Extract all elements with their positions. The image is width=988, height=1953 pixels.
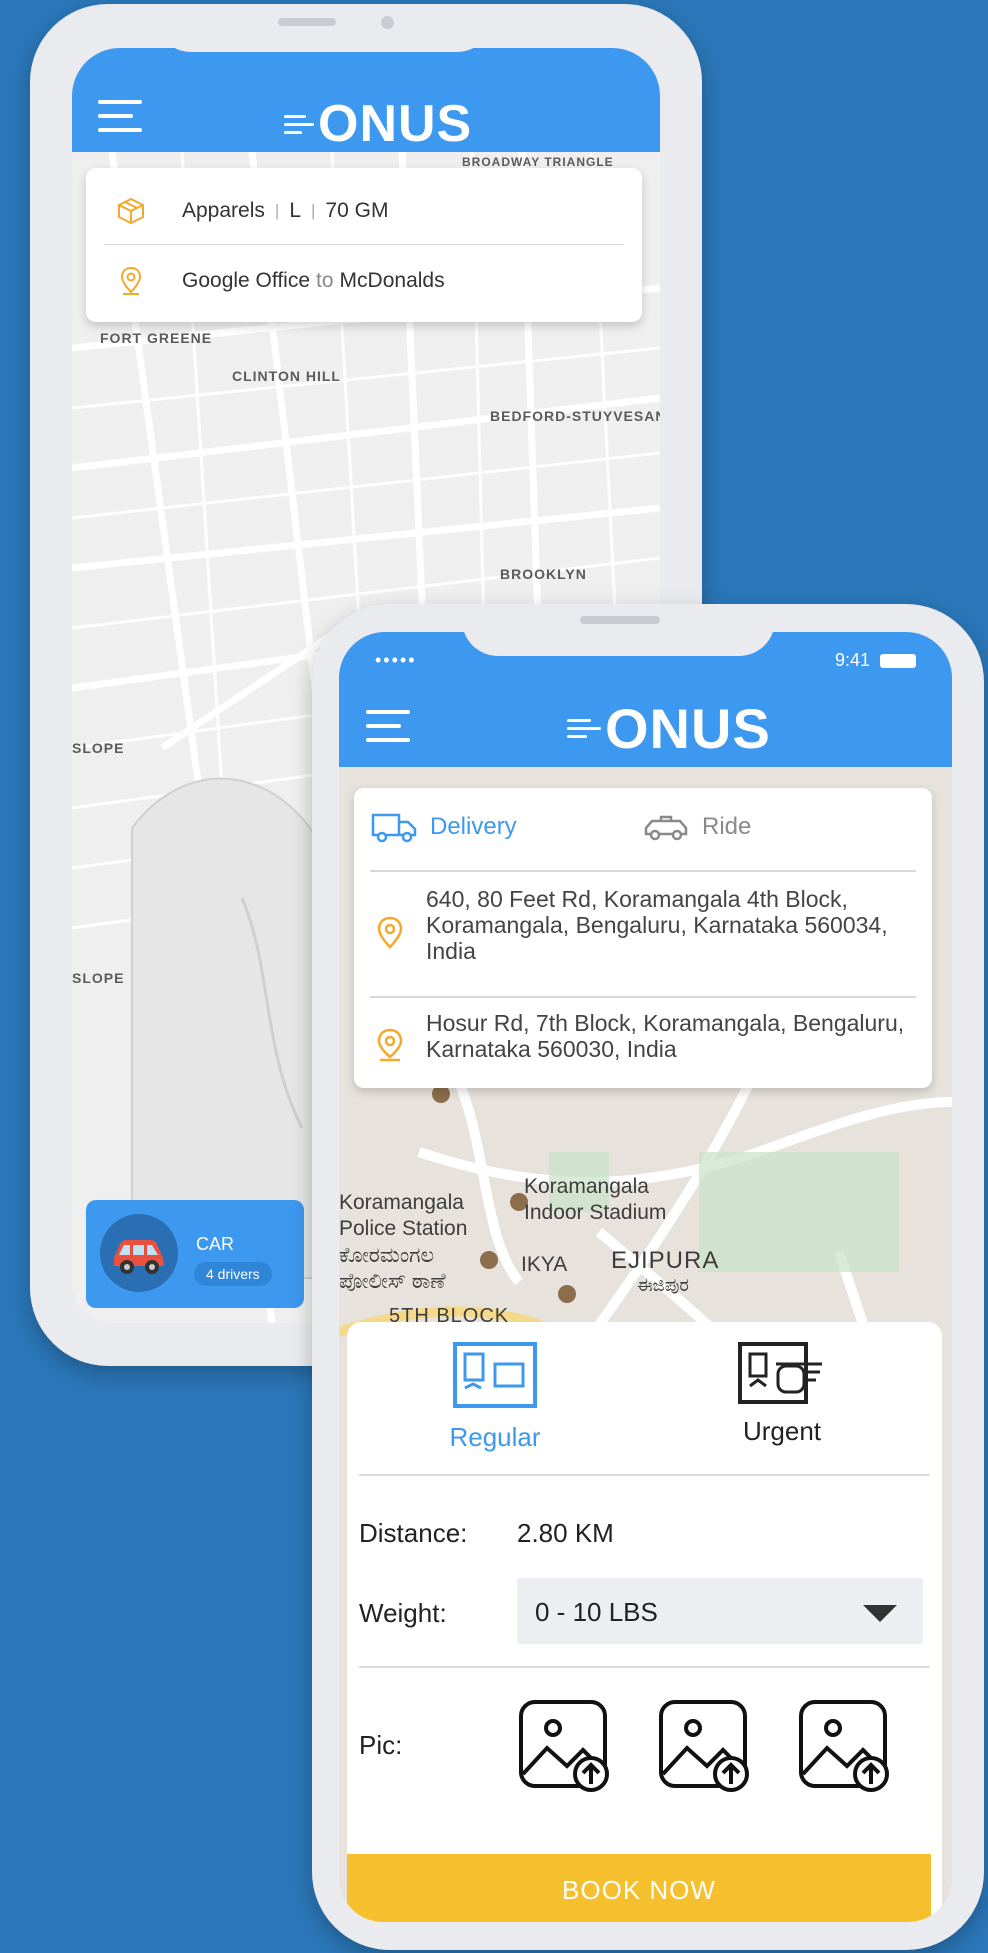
menu-button[interactable] [98,100,142,134]
driver-count-badge: 4 drivers [194,1262,272,1286]
item-weight: 70 GM [325,199,389,222]
earpiece [278,18,336,26]
service-urgent[interactable]: Urgent [692,1340,872,1447]
book-now-button[interactable]: BOOK NOW [347,1854,931,1922]
tab-delivery[interactable]: Delivery [370,810,517,844]
upload-image-icon[interactable] [657,1698,753,1794]
upload-image-icon[interactable] [797,1698,893,1794]
map-label-slope-1: SLOPE [72,740,125,756]
front-camera [381,16,394,29]
service-regular-label: Regular [449,1422,541,1452]
tab-ride-label: Ride [702,813,752,840]
booking-panel: Regular Urgent Distance: 2.80 KM Weight:… [347,1322,942,1922]
map-label-ejipura: EJIPURA [611,1247,720,1274]
route-connector: to [316,269,334,292]
item-size: L [289,199,301,222]
pic-label: Pic: [359,1730,403,1760]
earpiece [580,616,660,624]
divider [359,1474,930,1476]
vehicle-option-car[interactable]: CAR 4 drivers [86,1200,304,1308]
distance-label: Distance: [359,1518,468,1548]
status-bar-right: 9:41 [835,650,916,671]
card-divider [104,244,624,245]
pickup-address[interactable]: 640, 80 Feet Rd, Koramangala 4th Block, … [426,886,916,964]
regular-package-icon [453,1342,537,1408]
car-icon [114,1240,164,1274]
front-phone: Koramangala Indoor Stadium Koramangala P… [312,604,984,1950]
service-regular[interactable]: Regular [405,1340,585,1453]
pickup-pin-icon [377,916,403,949]
front-phone-notch [462,604,775,656]
distance-value: 2.80 KM [517,1518,614,1548]
chevron-down-icon [863,1605,897,1622]
route-from: Google Office [182,269,311,292]
map-label-ikya: IKYA [521,1253,568,1276]
back-phone-notch [155,4,493,52]
weight-select-value: 0 - 10 LBS [535,1597,658,1627]
clock: 9:41 [834,650,870,670]
map-label-bedford: BEDFORD-STUYVESAN [490,408,660,424]
onus-logo: ONUS [284,94,472,154]
map-label-broadway: BROADWAY TRIANGLE [462,155,614,169]
route-card: Delivery Ride 640, 80 Feet Rd, Koramanga… [354,788,932,1088]
battery-icon [880,653,916,668]
front-phone-screen: Koramangala Indoor Stadium Koramangala P… [339,632,952,1922]
back-app-header: ONUS [72,48,660,154]
item-category: Apparels [182,199,265,222]
mode-tabs: Delivery Ride [354,788,932,870]
package-icon [116,196,146,226]
shipment-summary-card[interactable]: Apparels | L | 70 GM Google Office to Mc… [86,168,642,322]
signal-indicator: ••••• [375,650,417,670]
route-row: Google Office to McDonalds [86,246,642,316]
address-divider [370,996,916,998]
map-label-fort-greene: FORT GREENE [100,330,213,346]
vehicle-name: CAR [196,1234,235,1254]
divider [359,1666,930,1668]
taxi-icon [644,815,688,841]
shipment-item-row: Apparels | L | 70 GM [86,176,642,246]
tab-ride[interactable]: Ride [642,810,751,844]
weight-label: Weight: [359,1598,447,1628]
map-label-brooklyn: BROOKLYN [500,566,587,582]
drop-address[interactable]: Hosur Rd, 7th Block, Koramangala, Bengal… [426,1010,916,1062]
urgent-package-icon [738,1342,822,1404]
car-avatar [100,1214,178,1292]
speed-lines-icon [284,110,314,139]
weight-select[interactable]: 0 - 10 LBS [517,1578,923,1644]
map-label-clinton-hill: CLINTON HILL [232,368,341,384]
service-urgent-label: Urgent [742,1416,822,1446]
location-pin-icon [116,266,146,296]
upload-image-icon[interactable] [517,1698,613,1794]
map-label-slope-2: SLOPE [72,970,125,986]
map-label-ejipura-kn: ಈಜಿಪುರ [637,1275,689,1295]
map-label-police-station: Koramangala Police Station ಕೋರಮಂಗಲ ಪೋಲೀಸ… [339,1191,468,1293]
tabs-divider [370,870,916,872]
truck-icon [371,813,417,843]
route-to: McDonalds [339,269,445,292]
onus-logo: ONUS [567,696,771,761]
tab-delivery-label: Delivery [430,813,517,840]
menu-button[interactable] [366,710,410,744]
speed-lines-icon [567,714,601,743]
map-label-stadium: Koramangala Indoor Stadium [524,1175,667,1225]
drop-pin-icon [377,1028,403,1062]
